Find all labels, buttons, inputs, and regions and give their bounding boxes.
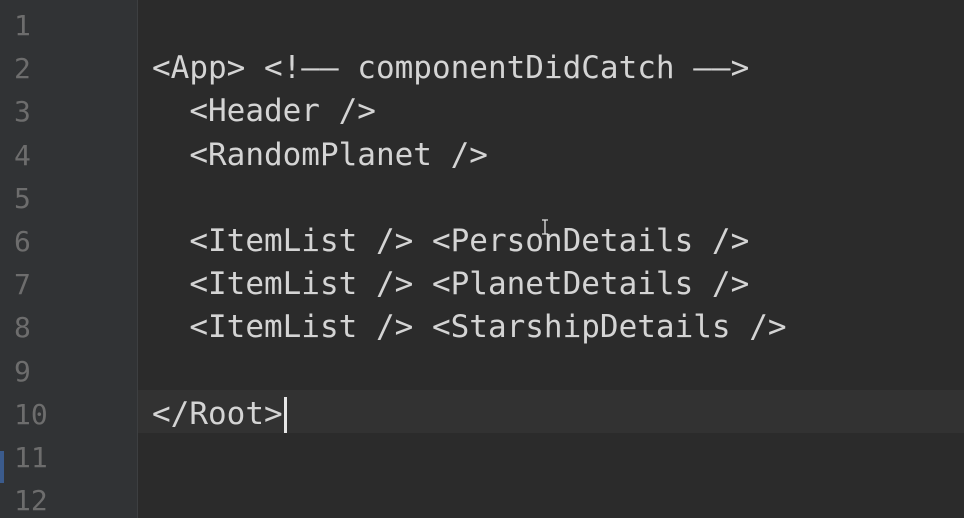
line-number: 9 xyxy=(14,354,31,388)
code-line[interactable]: <ItemList /> <PersonDetails /> xyxy=(152,220,952,263)
code-line[interactable]: <Header /> xyxy=(152,90,952,133)
code-line[interactable] xyxy=(152,4,952,47)
code-line[interactable] xyxy=(152,350,952,393)
code-text: <App> <!—— componentDidCatch ——> xyxy=(152,50,750,87)
code-editor[interactable]: 1 2 3 4 5 6 7 8 9 10 11 12 <App> <!—— co… xyxy=(0,0,964,518)
code-line-current[interactable]: </Root> xyxy=(152,393,952,436)
line-number-gutter: 1 2 3 4 5 6 7 8 9 10 11 12 xyxy=(0,0,138,518)
line-number: 6 xyxy=(14,224,31,258)
ibeam-icon xyxy=(542,219,548,235)
code-text: <Header /> xyxy=(152,93,376,130)
line-number: 10 xyxy=(14,397,48,431)
line-number: 3 xyxy=(14,95,31,129)
line-number: 12 xyxy=(14,484,48,518)
line-number: 2 xyxy=(14,52,31,86)
code-line[interactable] xyxy=(152,177,952,220)
line-number: 5 xyxy=(14,181,31,215)
code-text: </Root> xyxy=(152,395,283,432)
text-caret xyxy=(283,397,287,434)
code-line[interactable] xyxy=(152,436,952,479)
code-area[interactable]: <App> <!—— componentDidCatch ——> <Header… xyxy=(152,4,952,518)
line-numbers: 1 2 3 4 5 6 7 8 9 10 11 12 xyxy=(0,4,137,518)
code-line[interactable]: <RandomPlanet /> xyxy=(152,134,952,177)
code-line[interactable]: <ItemList /> <PlanetDetails /> xyxy=(152,263,952,306)
line-number: 8 xyxy=(14,311,31,345)
line-number: 4 xyxy=(14,138,31,172)
line-number: 11 xyxy=(14,440,48,474)
code-text: <ItemList /> <PersonDetails /> xyxy=(152,222,750,259)
code-text: <RandomPlanet /> xyxy=(152,136,488,173)
line-number: 1 xyxy=(14,9,31,42)
code-line[interactable] xyxy=(152,479,952,518)
code-line[interactable]: <ItemList /> <StarshipDetails /> xyxy=(152,306,952,349)
code-text: <ItemList /> <PlanetDetails /> xyxy=(152,266,750,303)
line-number: 7 xyxy=(14,268,31,302)
code-line[interactable]: <App> <!—— componentDidCatch ——> xyxy=(152,47,952,90)
code-text: <ItemList /> <StarshipDetails /> xyxy=(152,309,787,346)
